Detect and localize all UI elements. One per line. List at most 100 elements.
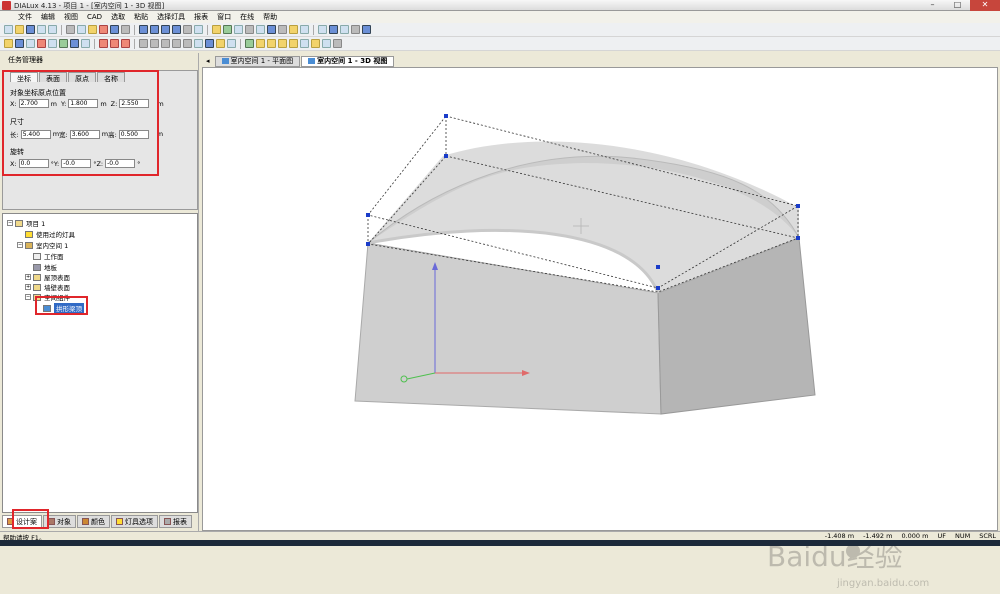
close-button[interactable]: ✕ — [970, 0, 1000, 11]
tree-item-used-luminaires[interactable]: 使用过的灯具 — [25, 229, 75, 239]
color-red-icon[interactable] — [99, 39, 108, 48]
open-icon[interactable] — [15, 25, 24, 34]
light-scene-icon[interactable] — [139, 39, 148, 48]
menu-window[interactable]: 窗口 — [217, 12, 231, 22]
collapse-icon[interactable]: − — [7, 220, 13, 226]
camera-icon[interactable] — [245, 25, 254, 34]
grid-icon[interactable] — [183, 25, 192, 34]
tree-item-walls[interactable]: + 墙壁表面 — [25, 282, 70, 292]
view-3d-icon[interactable] — [139, 25, 148, 34]
tab-floor-plan[interactable]: 室内空间 1 - 平面图 — [214, 55, 301, 67]
tab-reports[interactable]: 报表 — [159, 515, 192, 528]
furniture-icon[interactable] — [59, 39, 68, 48]
scene-3d[interactable] — [203, 68, 999, 532]
value-chart-icon[interactable] — [311, 39, 320, 48]
zoom-window-icon[interactable] — [227, 39, 236, 48]
tab-3d-view[interactable]: 室内空间 1 - 3D 视图 — [301, 55, 395, 67]
print-icon[interactable] — [37, 25, 46, 34]
minimize-button[interactable]: – — [920, 0, 945, 11]
expand-icon[interactable]: + — [25, 274, 31, 280]
svg-text:jingyan.baidu.com: jingyan.baidu.com — [836, 578, 929, 589]
new-icon[interactable] — [4, 25, 13, 34]
copy-object-icon[interactable] — [81, 39, 90, 48]
menu-select-luminaire[interactable]: 选择灯具 — [157, 12, 185, 22]
room-icon[interactable] — [37, 39, 46, 48]
pen-icon[interactable] — [267, 25, 276, 34]
color-3-icon[interactable] — [121, 39, 130, 48]
zoom-icon[interactable] — [194, 25, 203, 34]
help-icon[interactable] — [362, 25, 371, 34]
view-front-icon[interactable] — [150, 25, 159, 34]
print-preview-icon[interactable] — [48, 25, 57, 34]
move-icon[interactable] — [15, 39, 24, 48]
filter-icon[interactable] — [70, 39, 79, 48]
tab-luminaire-selection[interactable]: 灯具选项 — [111, 515, 158, 528]
maximize-button[interactable]: □ — [945, 0, 970, 11]
lamp-icon[interactable] — [223, 25, 232, 34]
circle-arrangement-icon[interactable] — [172, 39, 181, 48]
raytrace-icon[interactable] — [322, 39, 331, 48]
os-taskbar — [0, 540, 1000, 546]
tree-item-room[interactable]: − 室内空间 1 — [17, 240, 68, 250]
calculate-icon[interactable] — [212, 25, 221, 34]
magnifier-icon[interactable] — [194, 39, 203, 48]
view-side-icon[interactable] — [161, 25, 170, 34]
expand-icon[interactable]: + — [25, 284, 31, 290]
menu-view[interactable]: 视图 — [64, 12, 78, 22]
field-arrangement-icon[interactable] — [150, 39, 159, 48]
tab-colors[interactable]: 颜色 — [77, 515, 110, 528]
door-icon[interactable] — [351, 25, 360, 34]
menu-help[interactable]: 帮助 — [263, 12, 277, 22]
view-top-icon[interactable] — [172, 25, 181, 34]
menu-select[interactable]: 选取 — [111, 12, 125, 22]
delete-icon[interactable] — [99, 25, 108, 34]
app-icon[interactable] — [2, 1, 11, 10]
menu-cad[interactable]: CAD — [87, 13, 102, 21]
texture-icon[interactable] — [278, 39, 287, 48]
pan-icon[interactable] — [205, 39, 214, 48]
wall-icon[interactable] — [318, 25, 327, 34]
viewport-3d[interactable]: Baidu经验 jingyan.baidu.com — [202, 67, 999, 589]
tree-item-floor[interactable]: 地板 — [33, 262, 57, 272]
rotate-icon[interactable] — [26, 39, 35, 48]
single-arrangement-icon[interactable] — [183, 39, 192, 48]
cuboid-icon[interactable] — [48, 39, 57, 48]
menu-paste[interactable]: 粘贴 — [134, 12, 148, 22]
settings-icon[interactable] — [278, 25, 287, 34]
wireframe-icon[interactable] — [256, 39, 265, 48]
window-icon[interactable] — [340, 25, 349, 34]
copy-icon[interactable] — [77, 25, 86, 34]
tree-item-ceiling[interactable]: + 屋顶表面 — [25, 272, 70, 282]
render-icon[interactable] — [256, 25, 265, 34]
select-icon[interactable] — [4, 39, 13, 48]
menu-file[interactable]: 文件 — [18, 12, 32, 22]
undo-icon[interactable] — [110, 25, 119, 34]
render-mode-icon[interactable] — [245, 39, 254, 48]
save-icon[interactable] — [26, 25, 35, 34]
export-icon[interactable] — [333, 39, 342, 48]
pencil-icon[interactable] — [289, 25, 298, 34]
orbit-icon[interactable] — [216, 39, 225, 48]
color-2-icon[interactable] — [110, 39, 119, 48]
status-y: -1.492 m — [863, 532, 893, 540]
measure-icon[interactable] — [300, 25, 309, 34]
isoline-icon[interactable] — [300, 39, 309, 48]
solid-icon[interactable] — [267, 39, 276, 48]
redo-icon[interactable] — [121, 25, 130, 34]
menu-online[interactable]: 在线 — [240, 12, 254, 22]
collapse-icon[interactable]: − — [17, 242, 23, 248]
floor-icon[interactable] — [329, 25, 338, 34]
menu-edit[interactable]: 编辑 — [41, 12, 55, 22]
false-color-icon[interactable] — [289, 39, 298, 48]
project-tree: − 项目 1 使用过的灯具 − 室内空间 1 工作面 地板 + 屋顶表面 + 墙壁表面 … — [2, 213, 198, 513]
tree-item-project[interactable]: − 项目 1 — [7, 218, 45, 228]
status-uf: UF — [937, 532, 946, 540]
paste-icon[interactable] — [88, 25, 97, 34]
menu-reports[interactable]: 报表 — [194, 12, 208, 22]
cut-icon[interactable] — [66, 25, 75, 34]
line-arrangement-icon[interactable] — [161, 39, 170, 48]
luminaire-icon[interactable] — [234, 25, 243, 34]
pin-icon[interactable]: ◂ — [206, 57, 210, 65]
tree-item-workplane[interactable]: 工作面 — [33, 251, 64, 261]
collapse-icon[interactable]: − — [25, 294, 31, 300]
